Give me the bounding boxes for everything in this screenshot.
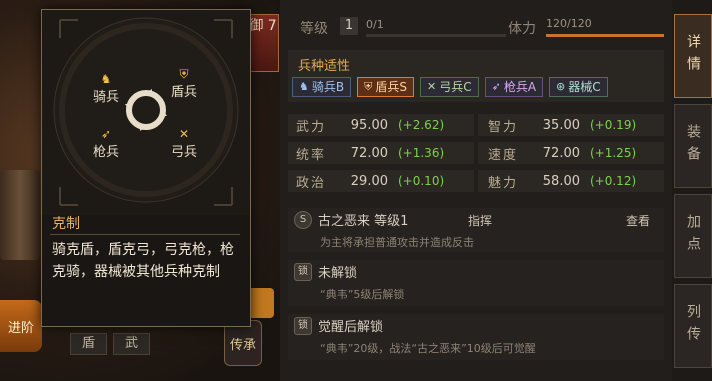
stat-label: 统率 — [296, 147, 327, 163]
stat-bonus: (+1.36) — [398, 146, 445, 160]
unit-label: 骑兵 — [92, 90, 119, 105]
counter-circle-svg — [53, 17, 239, 206]
stat-intelligence: 智力 35.00 (+0.19) — [488, 114, 636, 136]
chip-siege[interactable]: ⊛ 器械C — [549, 77, 608, 97]
stamina-fill — [546, 34, 664, 37]
stat-value: 72.00 — [542, 145, 580, 161]
chip-archer[interactable]: ✕ 弓兵C — [419, 77, 479, 97]
stamina-value: 120/120 — [546, 17, 592, 30]
level-progress-track — [366, 34, 506, 37]
chip-spear[interactable]: ➶ 枪兵A — [484, 77, 544, 97]
counter-text: 骑克盾，盾克弓，弓克枪，枪克骑，器械被其他兵种克制 — [52, 242, 234, 280]
lock-icon: 锁 — [294, 262, 312, 281]
siege-icon: ⊛ — [556, 80, 566, 93]
level-value: 1 — [340, 17, 358, 35]
stat-label: 魅力 — [488, 175, 519, 191]
shield-icon: ⛨ — [364, 80, 373, 93]
spear-icon: ➶ — [100, 127, 112, 141]
stat-label: 武力 — [296, 119, 327, 135]
stat-bonus: (+1.25) — [590, 146, 637, 160]
skill-view-button[interactable]: 查看 — [626, 212, 650, 229]
bow-icon: ✕ — [426, 80, 437, 93]
subtab-martial[interactable]: 武 — [113, 333, 150, 355]
stat-value: 95.00 — [350, 117, 388, 133]
stat-bonus: (+2.62) — [398, 118, 445, 132]
horse-icon: ♞ — [299, 80, 309, 93]
unit-archer: ✕ 弓兵 — [164, 127, 204, 160]
unit-label: 枪兵 — [92, 145, 119, 160]
skill-slot-1[interactable]: S 古之恶来 等级1 指挥 查看 为主将承担普通攻击并造成反击 — [288, 208, 664, 252]
troop-affinity-title: 兵种适性 — [298, 59, 351, 74]
skill-description: “典韦”5级后解锁 — [320, 288, 405, 301]
tab-biography[interactable]: 列传 — [674, 284, 712, 368]
stat-value: 58.00 — [542, 173, 580, 189]
equipment-subtabs: 盾 武 — [70, 333, 150, 355]
bow-icon: ✕ — [178, 127, 190, 141]
stat-label: 智力 — [488, 119, 519, 135]
stat-label: 政治 — [296, 175, 327, 191]
tab-points[interactable]: 加点 — [674, 194, 712, 278]
unit-shield: ⛨ 盾兵 — [164, 67, 204, 100]
stat-bonus: (+0.10) — [398, 174, 445, 188]
horse-icon: ♞ — [100, 72, 112, 86]
stat-charm: 魅力 58.00 (+0.12) — [488, 170, 636, 192]
counter-diagram: ♞ 骑兵 ⛨ 盾兵 ➶ 枪兵 ✕ 弓兵 — [42, 10, 250, 215]
stat-politics: 政治 29.00 (+0.10) — [296, 170, 444, 192]
unit-label: 盾兵 — [170, 85, 197, 100]
skill-name: 未解锁 — [318, 266, 358, 281]
barrel-decoration — [0, 170, 40, 260]
orange-action-button[interactable] — [248, 288, 274, 318]
stat-label: 速度 — [488, 147, 519, 163]
skill-name: 古之恶来 等级1 — [318, 214, 409, 229]
stat-value: 29.00 — [350, 173, 388, 189]
level-stamina-bar: 等级 1 0/1 体力 120/120 — [288, 14, 668, 44]
advance-button[interactable]: 进阶 — [0, 300, 42, 352]
troop-affinity-section: 兵种适性 ♞ 骑兵B ⛨ 盾兵S ✕ 弓兵C ➶ 枪兵A ⊛ 器械C — [288, 50, 664, 102]
chip-label: 器械C — [568, 80, 601, 94]
stamina-label: 体力 — [508, 21, 536, 37]
tab-details[interactable]: 详情 — [674, 14, 712, 98]
divider — [50, 234, 240, 235]
stat-bonus: (+0.12) — [590, 174, 637, 188]
chip-label: 弓兵C — [439, 80, 472, 94]
stamina-track — [546, 34, 664, 37]
unit-spear: ➶ 枪兵 — [86, 127, 126, 160]
skill-slot-2[interactable]: 锁 未解锁 “典韦”5级后解锁 — [288, 260, 664, 306]
skill-name: 觉醒后解锁 — [318, 320, 384, 335]
skill-description: “典韦”20级，战法“古之恶来”10级后可觉醒 — [320, 342, 536, 355]
stat-value: 72.00 — [350, 145, 388, 161]
spear-icon: ➶ — [491, 80, 501, 93]
subtab-shield[interactable]: 盾 — [70, 333, 107, 355]
skill-type: 指挥 — [468, 214, 493, 228]
unit-cavalry: ♞ 骑兵 — [86, 72, 126, 105]
chip-label: 盾兵S — [375, 80, 407, 94]
skill-grade-icon: S — [294, 210, 312, 229]
stat-command: 统率 72.00 (+1.36) — [296, 142, 444, 164]
stat-value: 35.00 — [542, 117, 580, 133]
tab-equipment[interactable]: 装备 — [674, 104, 712, 188]
defense-tag: 御 7 — [247, 14, 279, 72]
counter-title: 克制 — [52, 216, 80, 232]
level-progress: 0/1 — [366, 18, 384, 31]
lock-icon: 锁 — [294, 316, 312, 335]
chip-cavalry[interactable]: ♞ 骑兵B — [292, 77, 352, 97]
skill-description: 为主将承担普通攻击并造成反击 — [320, 236, 474, 249]
skill-slot-3[interactable]: 锁 觉醒后解锁 “典韦”20级，战法“古之恶来”10级后可觉醒 — [288, 314, 664, 360]
troop-affinity-chips: ♞ 骑兵B ⛨ 盾兵S ✕ 弓兵C ➶ 枪兵A ⊛ 器械C — [292, 77, 608, 97]
chip-shield[interactable]: ⛨ 盾兵S — [357, 77, 414, 97]
level-label: 等级 — [300, 21, 328, 37]
stat-bonus: (+0.19) — [590, 118, 637, 132]
stat-speed: 速度 72.00 (+1.25) — [488, 142, 636, 164]
shield-icon: ⛨ — [179, 67, 189, 81]
chip-label: 骑兵B — [311, 80, 345, 94]
counter-tooltip: ♞ 骑兵 ⛨ 盾兵 ➶ 枪兵 ✕ 弓兵 克制 骑克盾，盾克弓，弓克枪，枪克骑，器… — [41, 9, 251, 327]
stat-force: 武力 95.00 (+2.62) — [296, 114, 444, 136]
unit-label: 弓兵 — [170, 145, 197, 160]
chip-label: 枪兵A — [503, 80, 537, 94]
